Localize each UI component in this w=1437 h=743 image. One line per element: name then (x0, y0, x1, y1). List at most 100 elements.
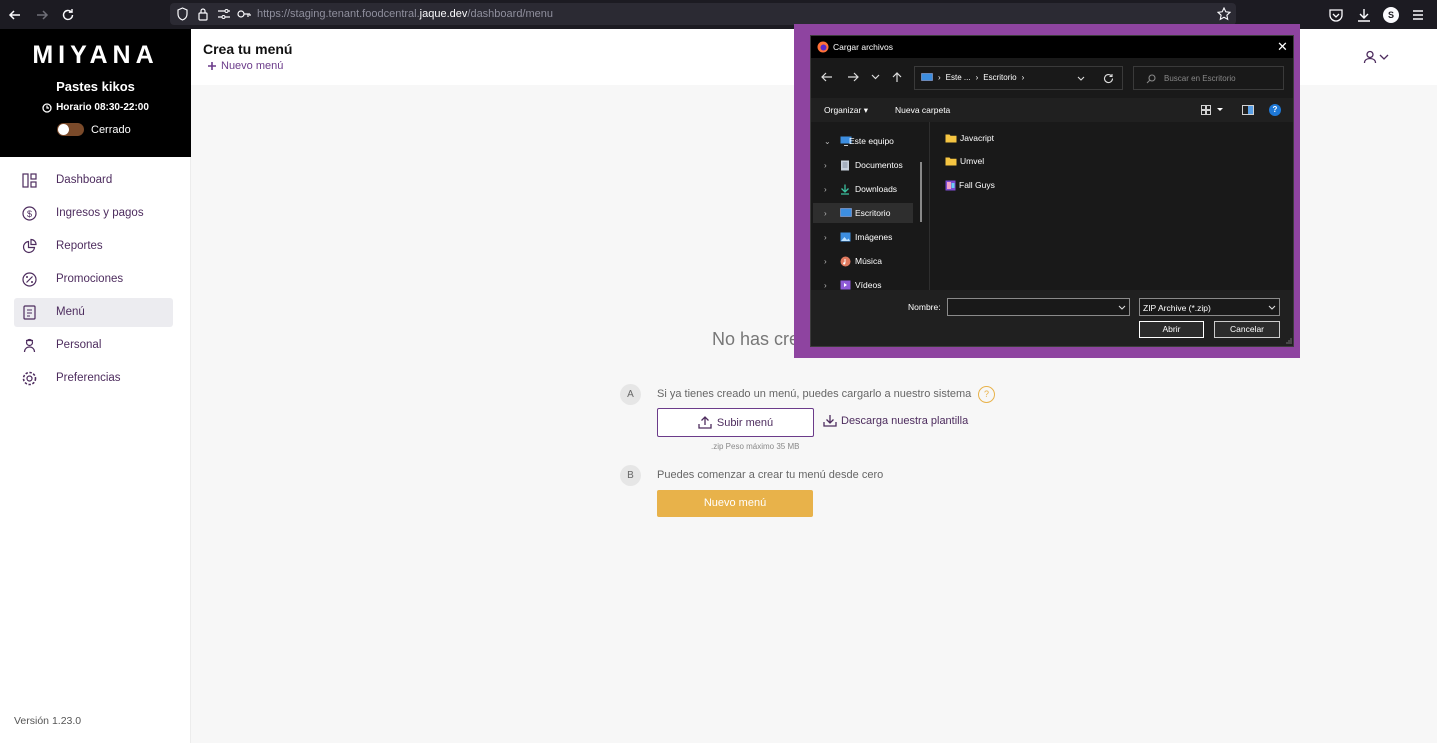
nav-label: Promociones (56, 273, 124, 285)
breadcrumb-current[interactable]: Escritorio (983, 73, 1016, 82)
create-menu-button[interactable]: Nuevo menú (657, 490, 813, 517)
url-bar[interactable]: https://staging.tenant.foodcentral.jaque… (170, 3, 1236, 25)
dashboard-icon (21, 172, 38, 189)
search-box[interactable]: Buscar en Escritorio (1133, 66, 1284, 90)
desktop-icon (921, 73, 933, 82)
videos-icon (840, 280, 851, 290)
download-template-link[interactable]: Descarga nuestra plantilla (823, 414, 968, 427)
tree-item-videos[interactable]: › Vídeos (813, 275, 913, 290)
nav-label: Personal (56, 339, 102, 351)
forward-icon[interactable] (34, 7, 50, 23)
view-options-icon[interactable] (1201, 105, 1225, 115)
documents-icon (840, 160, 850, 171)
up-arrow-icon[interactable] (892, 72, 902, 83)
tree-item-musica[interactable]: › Música (813, 251, 913, 271)
tree-scrollbar[interactable] (920, 162, 922, 222)
chevron-right-icon[interactable]: › (824, 257, 827, 266)
nav-preferencias[interactable]: Preferencias (14, 364, 173, 393)
breadcrumb-root[interactable]: Este ... (946, 73, 971, 82)
nav-label: Reportes (56, 240, 103, 252)
download-arrow-icon (840, 184, 850, 195)
firefox-icon (817, 41, 829, 53)
reload-icon[interactable] (60, 7, 76, 23)
key-icon[interactable] (237, 8, 251, 20)
nav-promociones[interactable]: Promociones (14, 265, 173, 294)
tree-item-escritorio[interactable]: › Escritorio (813, 203, 913, 223)
back-icon[interactable] (7, 7, 23, 23)
lock-icon[interactable] (197, 7, 209, 21)
svg-text:$: $ (27, 209, 32, 219)
pictures-icon (840, 232, 851, 242)
open-status: Cerrado (57, 123, 131, 136)
open-status-toggle[interactable] (57, 123, 84, 136)
file-upload-dialog: Cargar archivos ✕ › Este ... › Escritori… (810, 35, 1294, 347)
address-dropdown-icon[interactable] (1077, 75, 1085, 82)
bookmark-star-icon[interactable] (1217, 7, 1231, 21)
clock-icon (42, 102, 52, 113)
chevron-down-icon (1379, 53, 1389, 61)
dialog-titlebar: Cargar archivos ✕ (811, 36, 1293, 58)
chevron-right-icon[interactable]: › (824, 161, 827, 170)
folder-icon (945, 133, 957, 143)
dialog-title: Cargar archivos (833, 42, 893, 52)
filename-input[interactable] (947, 298, 1130, 316)
file-item-fall-guys[interactable]: Fall Guys (945, 178, 995, 192)
nav-label: Menú (56, 306, 85, 318)
nav-menu[interactable]: Menú (14, 298, 173, 327)
plus-icon (207, 61, 217, 71)
url-text[interactable]: https://staging.tenant.foodcentral.jaque… (257, 8, 553, 20)
new-folder-button[interactable]: Nueva carpeta (895, 105, 950, 115)
cancel-button[interactable]: Cancelar (1214, 321, 1280, 338)
shield-icon[interactable] (176, 7, 189, 21)
restaurant-name: Pastes kikos (56, 79, 135, 94)
nav-dashboard[interactable]: Dashboard (14, 166, 173, 195)
back-arrow-icon[interactable] (821, 72, 833, 82)
nav-personal[interactable]: Personal (14, 331, 173, 360)
user-menu-button[interactable] (1363, 50, 1389, 64)
search-placeholder: Buscar en Escritorio (1164, 74, 1236, 83)
close-icon[interactable]: ✕ (1277, 39, 1288, 55)
dialog-help-icon[interactable]: ? (1269, 104, 1281, 116)
refresh-icon[interactable] (1103, 73, 1114, 84)
nav-reportes[interactable]: Reportes (14, 232, 173, 261)
tree-item-este-equipo[interactable]: ⌄ Este equipo (813, 131, 913, 151)
chevron-right-icon[interactable]: › (824, 233, 827, 242)
dollar-icon: $ (21, 205, 38, 222)
open-button[interactable]: Abrir (1139, 321, 1204, 338)
address-bar[interactable]: › Este ... › Escritorio › (914, 66, 1123, 90)
nav-ingresos-y-pagos[interactable]: $ Ingresos y pagos (14, 199, 173, 228)
nav-label: Preferencias (56, 372, 121, 384)
organize-menu[interactable]: Organizar ▾ (824, 105, 868, 116)
chevron-right-icon[interactable]: › (824, 209, 827, 218)
chevron-down-icon[interactable]: ⌄ (824, 137, 831, 146)
chevron-right-icon[interactable]: › (824, 185, 827, 194)
chevron-down-icon[interactable] (1118, 304, 1126, 311)
tree-item-downloads[interactable]: › Downloads (813, 179, 913, 199)
new-menu-link[interactable]: Nuevo menú (207, 60, 283, 72)
hamburger-menu-icon[interactable] (1410, 7, 1426, 23)
recent-locations-chevron-icon[interactable] (871, 72, 880, 82)
preview-pane-icon[interactable] (1242, 105, 1254, 115)
file-item-javacript[interactable]: Javacript (945, 131, 994, 145)
filetype-select[interactable]: ZIP Archive (*.zip) (1139, 298, 1280, 316)
user-icon (1363, 50, 1377, 64)
chevron-down-icon (1268, 304, 1276, 311)
help-icon[interactable]: ? (978, 386, 995, 403)
chevron-right-icon[interactable]: › (824, 281, 827, 290)
tree-item-imagenes[interactable]: › Imágenes (813, 227, 913, 247)
forward-arrow-icon[interactable] (847, 72, 859, 82)
downloads-icon[interactable] (1356, 7, 1372, 23)
file-item-umvel[interactable]: Umvel (945, 154, 984, 168)
app-version: Versión 1.23.0 (14, 715, 82, 727)
profile-avatar[interactable]: S (1383, 7, 1399, 23)
permissions-icon[interactable] (217, 8, 231, 20)
pocket-icon[interactable] (1328, 7, 1344, 23)
opening-hours: Horario 08:30-22:00 (0, 102, 191, 113)
upload-menu-button[interactable]: Subir menú (657, 408, 814, 437)
folder-icon (945, 156, 957, 166)
resize-grip-icon[interactable] (1285, 337, 1292, 344)
desktop-icon (840, 208, 852, 218)
gear-icon (21, 370, 38, 387)
tree-item-documentos[interactable]: › Documentos (813, 155, 913, 175)
open-status-label: Cerrado (91, 123, 131, 136)
